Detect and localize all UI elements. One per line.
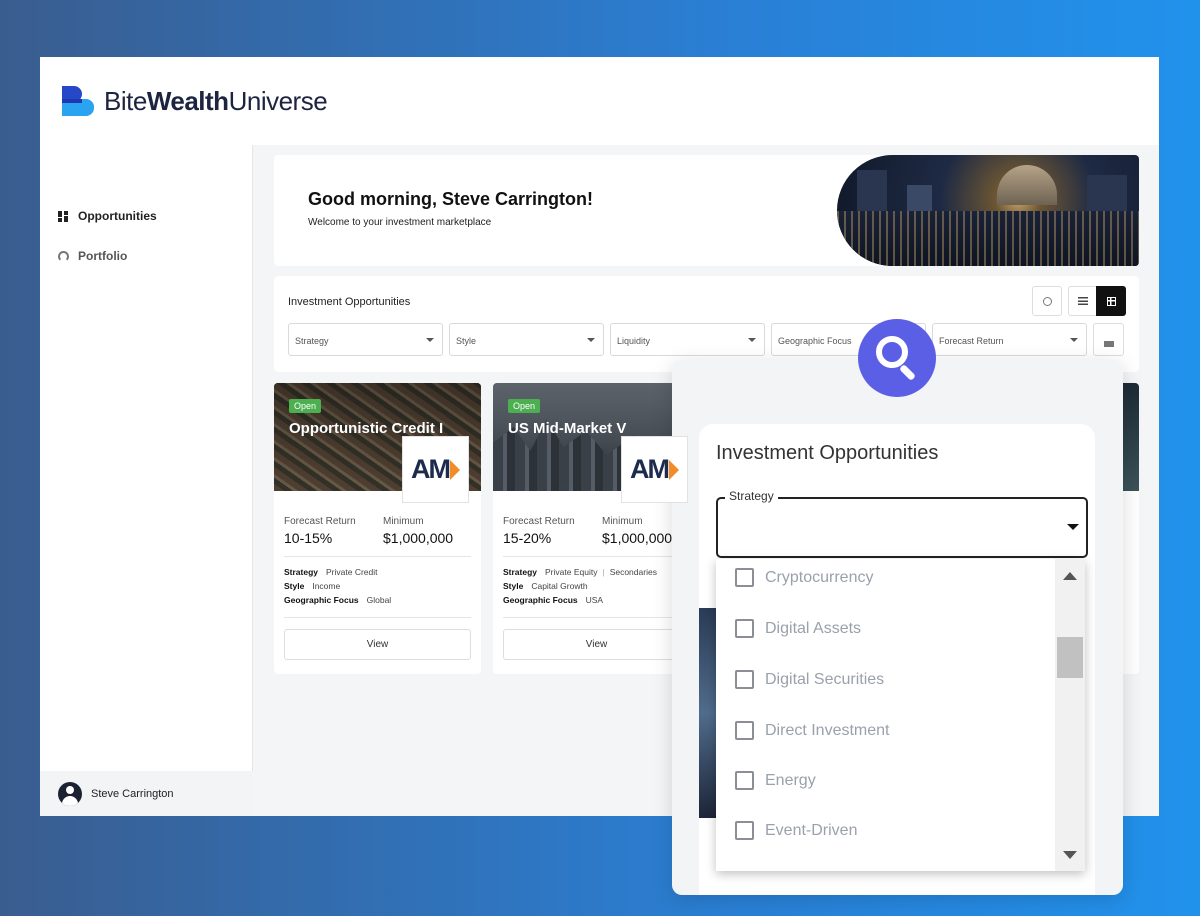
scroll-up-icon[interactable] [1063,572,1077,580]
avatar [58,781,82,806]
option-digital-assets[interactable]: Digital Assets [735,619,861,638]
user-profile[interactable]: Steve Carrington [40,771,253,816]
strategy-dropdown-label: Strategy [725,489,778,503]
option-energy[interactable]: Energy [735,771,816,790]
sidebar-item-portfolio[interactable]: Portfolio [58,249,127,263]
sidebar-item-opportunities[interactable]: Opportunities [58,209,157,223]
option-direct-investment[interactable]: Direct Investment [735,721,889,740]
checkbox[interactable] [735,771,754,790]
sidebar: Opportunities Portfolio Steve Carrington [40,145,253,816]
brand-logo-icon [62,86,94,116]
sidebar-item-label: Opportunities [78,209,157,223]
search-icon [858,319,936,397]
sidebar-item-label: Portfolio [78,249,128,263]
strategy-dropdown[interactable] [716,497,1088,558]
top-bar: BiteWealthUniverse [40,57,1159,145]
scrollbar-thumb[interactable] [1057,637,1083,678]
checkbox[interactable] [735,721,754,740]
grid-icon [58,210,69,222]
zoom-title: Investment Opportunities [716,442,939,464]
checkbox[interactable] [735,821,754,840]
gauge-icon [58,250,69,262]
checkbox[interactable] [735,670,754,689]
option-event-driven[interactable]: Event-Driven [735,821,857,840]
brand-name: BiteWealthUniverse [104,85,328,116]
scrollbar[interactable] [1055,559,1085,871]
user-name: Steve Carrington [91,787,174,800]
strategy-options-list: Cryptocurrency Digital Assets Digital Se… [716,559,1085,871]
option-cryptocurrency[interactable]: Cryptocurrency [735,568,873,587]
scroll-down-icon[interactable] [1063,851,1077,859]
checkbox[interactable] [735,619,754,638]
checkbox[interactable] [735,568,754,587]
option-digital-securities[interactable]: Digital Securities [735,670,884,689]
chevron-down-icon [1067,524,1079,530]
